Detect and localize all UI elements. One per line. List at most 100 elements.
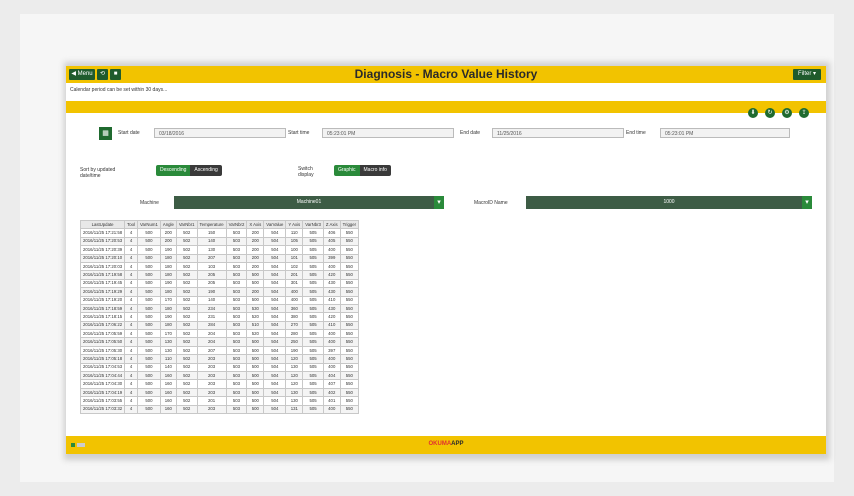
- table-cell: 203: [196, 404, 227, 415]
- table-cell: 280: [285, 329, 304, 339]
- table-cell: 505: [302, 337, 324, 347]
- table-cell: 203: [196, 362, 227, 373]
- table-cell: 504: [263, 278, 287, 289]
- table-cell: 500: [137, 245, 161, 255]
- table-cell: 2016/11/25 17:18:15: [79, 312, 126, 322]
- table-row[interactable]: 2016/11/25 17:19:29 4 500 180 502 190 503 200 50…: [79, 287, 360, 297]
- table-cell: 550: [339, 320, 360, 331]
- table-cell: 400: [322, 354, 341, 364]
- table-row[interactable]: 2016/11/25 17:05:59 4 500 170 502 204 503 520 50…: [79, 329, 360, 339]
- table-cell: 180: [159, 270, 177, 280]
- machine-select[interactable]: Machine01 ▾: [174, 196, 444, 209]
- end-date-field[interactable]: 11/25/2016: [492, 128, 624, 138]
- table-row[interactable]: 2016/11/25 17:20:53 4 500 200 502 140 503 200 50…: [79, 236, 360, 247]
- brand-text-a: OKUMA: [428, 441, 452, 447]
- column-header[interactable]: X Axis: [246, 219, 265, 230]
- table-row[interactable]: 2016/11/25 17:20:10 4 500 180 502 207 503 200 50…: [79, 253, 360, 263]
- display-macro-info[interactable]: Macro info: [359, 165, 391, 176]
- table-cell: 500: [137, 337, 161, 347]
- calendar-button[interactable]: ▦: [99, 127, 112, 140]
- filter-button[interactable]: Filter ▾: [793, 69, 821, 80]
- table-row[interactable]: 2016/11/25 17:19:58 4 500 180 502 205 503 500 50…: [79, 270, 360, 280]
- table-row[interactable]: 2016/11/25 17:04:30 4 500 160 502 203 503 500 50…: [79, 379, 360, 389]
- column-header[interactable]: Angle: [159, 219, 177, 230]
- display-graphic[interactable]: Graphic: [334, 165, 360, 176]
- macro-select[interactable]: 1000 ▾: [526, 196, 812, 209]
- table-row[interactable]: 2016/11/25 17:04:53 4 500 140 502 203 503 500 50…: [79, 362, 360, 373]
- table-header-row: LastUpdate Tool VarNum1 Angle VarNbr1 Tempera…: [79, 219, 360, 230]
- table-row[interactable]: 2016/11/25 17:04:44 4 500 160 502 203 503 500 50…: [79, 371, 360, 381]
- table-cell: 102: [285, 261, 304, 272]
- table-row[interactable]: 2016/11/25 17:05:30 4 500 130 502 207 503 500 50…: [79, 345, 360, 356]
- table-cell: 502: [175, 278, 198, 289]
- refresh-icon[interactable]: ↻: [765, 108, 775, 118]
- table-cell: 140: [196, 236, 227, 247]
- sort-toggle[interactable]: Descending Ascending: [156, 165, 222, 176]
- sort-descending[interactable]: Descending: [156, 165, 191, 176]
- table-cell: 4: [124, 278, 138, 289]
- end-time-field[interactable]: 05:23:01 PM: [660, 128, 790, 138]
- table-row[interactable]: 2016/11/25 17:20:03 4 500 180 502 103 503 200 50…: [79, 261, 360, 272]
- table-row[interactable]: 2016/11/25 17:06:22 4 500 180 502 284 503 510 50…: [79, 320, 360, 331]
- table-cell: 505: [302, 329, 324, 339]
- table-row[interactable]: 2016/11/25 17:03:32 4 500 160 502 203 503 500 50…: [79, 404, 360, 415]
- table-cell: 500: [137, 295, 161, 305]
- export-icon[interactable]: ⇪: [799, 108, 809, 118]
- history-table: LastUpdate Tool VarNum1 Angle VarNbr1 Tempera…: [79, 219, 360, 415]
- column-header[interactable]: Temperature: [196, 219, 227, 230]
- table-row[interactable]: 2016/11/25 17:19:20 4 500 170 502 140 503 500 50…: [79, 295, 360, 305]
- column-header[interactable]: VarValue: [263, 219, 287, 230]
- table-cell: 4: [124, 312, 138, 322]
- display-toggle[interactable]: Graphic Macro info: [334, 165, 391, 176]
- table-cell: 504: [263, 253, 287, 263]
- column-header[interactable]: Y Axis: [285, 219, 304, 230]
- column-header[interactable]: VarNbr1: [175, 219, 198, 230]
- start-time-field[interactable]: 05:23:01 PM: [322, 128, 454, 138]
- table-body: 2016/11/25 17:21:58 4 500 200 502 150 503 200 50…: [79, 228, 360, 415]
- table-row[interactable]: 2016/11/25 17:21:58 4 500 200 502 150 503 200 50…: [79, 228, 360, 238]
- table-cell: 500: [137, 287, 161, 297]
- column-header[interactable]: Tool: [124, 219, 138, 230]
- column-header[interactable]: LastUpdate: [79, 219, 126, 230]
- table-cell: 505: [302, 379, 324, 389]
- table-cell: 500: [137, 278, 161, 289]
- table-cell: 500: [246, 404, 265, 415]
- table-row[interactable]: 2016/11/25 17:18:15 4 500 190 502 231 503 520 50…: [79, 312, 360, 322]
- start-date-field[interactable]: 03/18/2016: [154, 128, 286, 138]
- table-cell: 505: [302, 396, 324, 406]
- table-cell: 2016/11/25 17:03:32: [79, 404, 126, 415]
- table-cell: 503: [225, 270, 248, 280]
- table-cell: 2016/11/25 17:20:39: [79, 245, 126, 255]
- table-row[interactable]: 2016/11/25 17:18:59 4 500 180 502 234 503 530 50…: [79, 303, 360, 314]
- table-cell: 502: [175, 371, 198, 381]
- table-cell: 503: [225, 253, 248, 263]
- column-header[interactable]: Trigger: [339, 219, 360, 230]
- table-cell: 503: [225, 261, 248, 272]
- sort-ascending[interactable]: Ascending: [190, 165, 222, 176]
- download-icon[interactable]: ⬇: [748, 108, 758, 118]
- table-cell: 2016/11/25 17:05:18: [79, 354, 126, 364]
- table-cell: 140: [159, 362, 177, 373]
- table-cell: 200: [246, 287, 265, 297]
- table-row[interactable]: 2016/11/25 17:04:19 4 500 160 502 203 503 500 50…: [79, 387, 360, 398]
- column-header[interactable]: Z Axis: [322, 219, 341, 230]
- macro-label: MacroID Name: [474, 200, 508, 206]
- table-cell: 504: [263, 295, 287, 305]
- settings-icon[interactable]: ⚙: [782, 108, 792, 118]
- table-cell: 284: [196, 320, 227, 331]
- table-row[interactable]: 2016/11/25 17:05:18 4 500 110 502 203 503 500 50…: [79, 354, 360, 364]
- table-row[interactable]: 2016/11/25 17:05:50 4 500 130 502 204 503 500 50…: [79, 337, 360, 347]
- table-row[interactable]: 2016/11/25 17:03:55 4 500 160 502 201 503 500 50…: [79, 396, 360, 406]
- table-cell: 160: [159, 371, 177, 381]
- table-cell: 504: [263, 371, 287, 381]
- table-row[interactable]: 2016/11/25 17:19:45 4 500 190 502 205 503 500 50…: [79, 278, 360, 289]
- column-header[interactable]: VarNbr3: [302, 219, 324, 230]
- table-cell: 4: [124, 287, 138, 297]
- table-cell: 504: [263, 320, 287, 331]
- table-cell: 503: [225, 362, 248, 373]
- column-header[interactable]: VarNbr2: [225, 219, 248, 230]
- table-row[interactable]: 2016/11/25 17:20:39 4 500 190 502 130 503 200 50…: [79, 245, 360, 255]
- column-header[interactable]: VarNum1: [137, 219, 161, 230]
- table-cell: 200: [159, 228, 177, 238]
- table-cell: 4: [124, 362, 138, 373]
